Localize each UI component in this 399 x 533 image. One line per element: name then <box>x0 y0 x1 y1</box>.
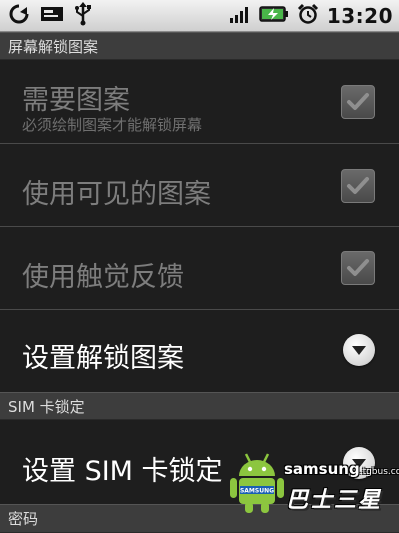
alarm-icon <box>297 3 319 29</box>
pref-title: 使用触觉反馈 <box>22 262 184 293</box>
pref-require-pattern[interactable]: 需要图案 必须绘制图案才能解锁屏幕 <box>0 60 399 144</box>
pref-visible-pattern[interactable]: 使用可见的图案 <box>0 144 399 227</box>
chevron-down-icon[interactable] <box>343 334 375 366</box>
require-pattern-checkbox[interactable] <box>341 85 375 119</box>
status-notification-icons <box>8 2 92 30</box>
sync-icon <box>8 3 30 29</box>
pref-title: 需要图案 <box>22 85 130 116</box>
watermark-brand-cn: 巴士三星 <box>286 488 383 513</box>
battery-charging-icon <box>259 5 289 27</box>
pref-tactile-feedback[interactable]: 使用触觉反馈 <box>0 227 399 310</box>
checkmark-icon <box>347 259 369 276</box>
pref-title: 设置解锁图案 <box>22 343 184 374</box>
visible-pattern-checkbox[interactable] <box>341 169 375 203</box>
tactile-feedback-checkbox[interactable] <box>341 251 375 285</box>
section-header-pattern-lock: 屏幕解锁图案 <box>0 32 399 60</box>
status-bar: 13:20 <box>0 0 399 32</box>
pref-set-unlock-pattern[interactable]: 设置解锁图案 <box>0 310 399 392</box>
watermark-domain: samsung.tgbus.com <box>284 460 399 478</box>
pref-title: 设置 SIM 卡锁定 <box>22 456 223 487</box>
section-header-sim-lock: SIM 卡锁定 <box>0 392 399 420</box>
android-robot-icon: SAMSUNG <box>230 453 284 513</box>
watermark-logo-text: SAMSUNG <box>240 488 274 495</box>
pref-summary: 必须绘制图案才能解锁屏幕 <box>22 116 203 134</box>
signal-icon <box>229 4 251 28</box>
message-icon <box>40 4 64 28</box>
status-clock: 13:20 <box>326 4 393 28</box>
status-system-icons: 13:20 <box>229 3 393 29</box>
checkmark-icon <box>347 93 369 110</box>
usb-icon <box>74 2 92 30</box>
watermark-domain-suffix: .tgbus.com <box>359 467 399 477</box>
screen: 13:20 屏幕解锁图案 需要图案 必须绘制图案才能解锁屏幕 使用可见的图案 使… <box>0 0 399 533</box>
pref-title: 使用可见的图案 <box>22 179 211 210</box>
checkmark-icon <box>347 177 369 194</box>
watermark-domain-main: samsung <box>284 460 360 478</box>
watermark-logo: SAMSUNG samsung.tgbus.com 巴士三星 <box>228 450 399 516</box>
